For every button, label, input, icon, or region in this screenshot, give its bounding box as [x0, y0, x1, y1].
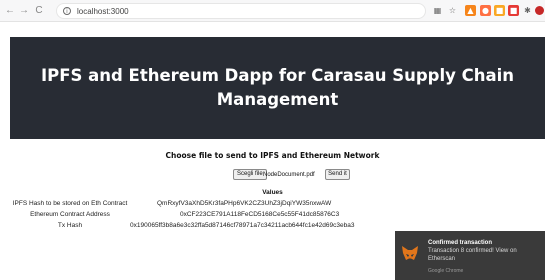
translate-icon[interactable]: ▦: [432, 5, 443, 16]
contract-address-label: Ethereum Contract Address: [30, 211, 110, 218]
reload-icon[interactable]: C: [33, 4, 45, 18]
site-info-icon[interactable]: i: [63, 7, 71, 15]
selected-file-name: NodeDocument.pdf: [263, 172, 315, 178]
notification-title: Confirmed transaction: [428, 240, 493, 246]
extension-icon[interactable]: ■: [508, 5, 519, 16]
browser-toolbar: ← → C i localhost:3000 ▦ ☆ ▲ ● ■ ■ ✱: [0, 0, 545, 22]
metamask-fox-icon: [402, 246, 418, 260]
ipfs-hash-label: IPFS Hash to be stored on Eth Contract: [12, 200, 128, 207]
upload-heading: Choose file to send to IPFS and Ethereum…: [165, 151, 380, 160]
extension-icon[interactable]: ●: [480, 5, 491, 16]
tx-hash-value: 0x190065ff3b8a6e3c32ffa5d87146cf78971a7c…: [130, 222, 355, 229]
notification-body: Transaction 8 confirmed! View on Ethersc…: [428, 248, 517, 262]
address-bar[interactable]: i localhost:3000: [56, 3, 426, 19]
app-header: IPFS and Ethereum Dapp for Carasau Suppl…: [10, 37, 545, 139]
profile-icon[interactable]: [535, 6, 544, 15]
puzzle-icon[interactable]: ✱: [522, 5, 533, 16]
choose-file-button[interactable]: Scegli file: [233, 169, 267, 180]
contract-address-value: 0xCF223CE791A118FeCD5168Ce5c55F41dc85876…: [180, 211, 340, 218]
back-icon[interactable]: ←: [4, 4, 16, 18]
tx-hash-label: Tx Hash: [57, 222, 83, 229]
send-button[interactable]: Send it: [325, 169, 350, 180]
url-text: localhost:3000: [77, 7, 129, 16]
star-icon[interactable]: ☆: [447, 5, 458, 16]
forward-icon[interactable]: →: [18, 4, 30, 18]
metamask-icon[interactable]: ▲: [465, 5, 476, 16]
ipfs-hash-value: QmRxyfV3aXhD5Kr3faPHp6VK2CZ3UhZ3jDqiYW35…: [157, 200, 332, 207]
extension-icon[interactable]: ■: [494, 5, 505, 16]
chrome-notification[interactable]: Confirmed transaction Transaction 8 conf…: [395, 231, 545, 280]
values-heading: Values: [262, 189, 283, 196]
page-title: IPFS and Ethereum Dapp for Carasau Suppl…: [40, 66, 515, 109]
notification-source: Google Chrome: [428, 268, 464, 274]
